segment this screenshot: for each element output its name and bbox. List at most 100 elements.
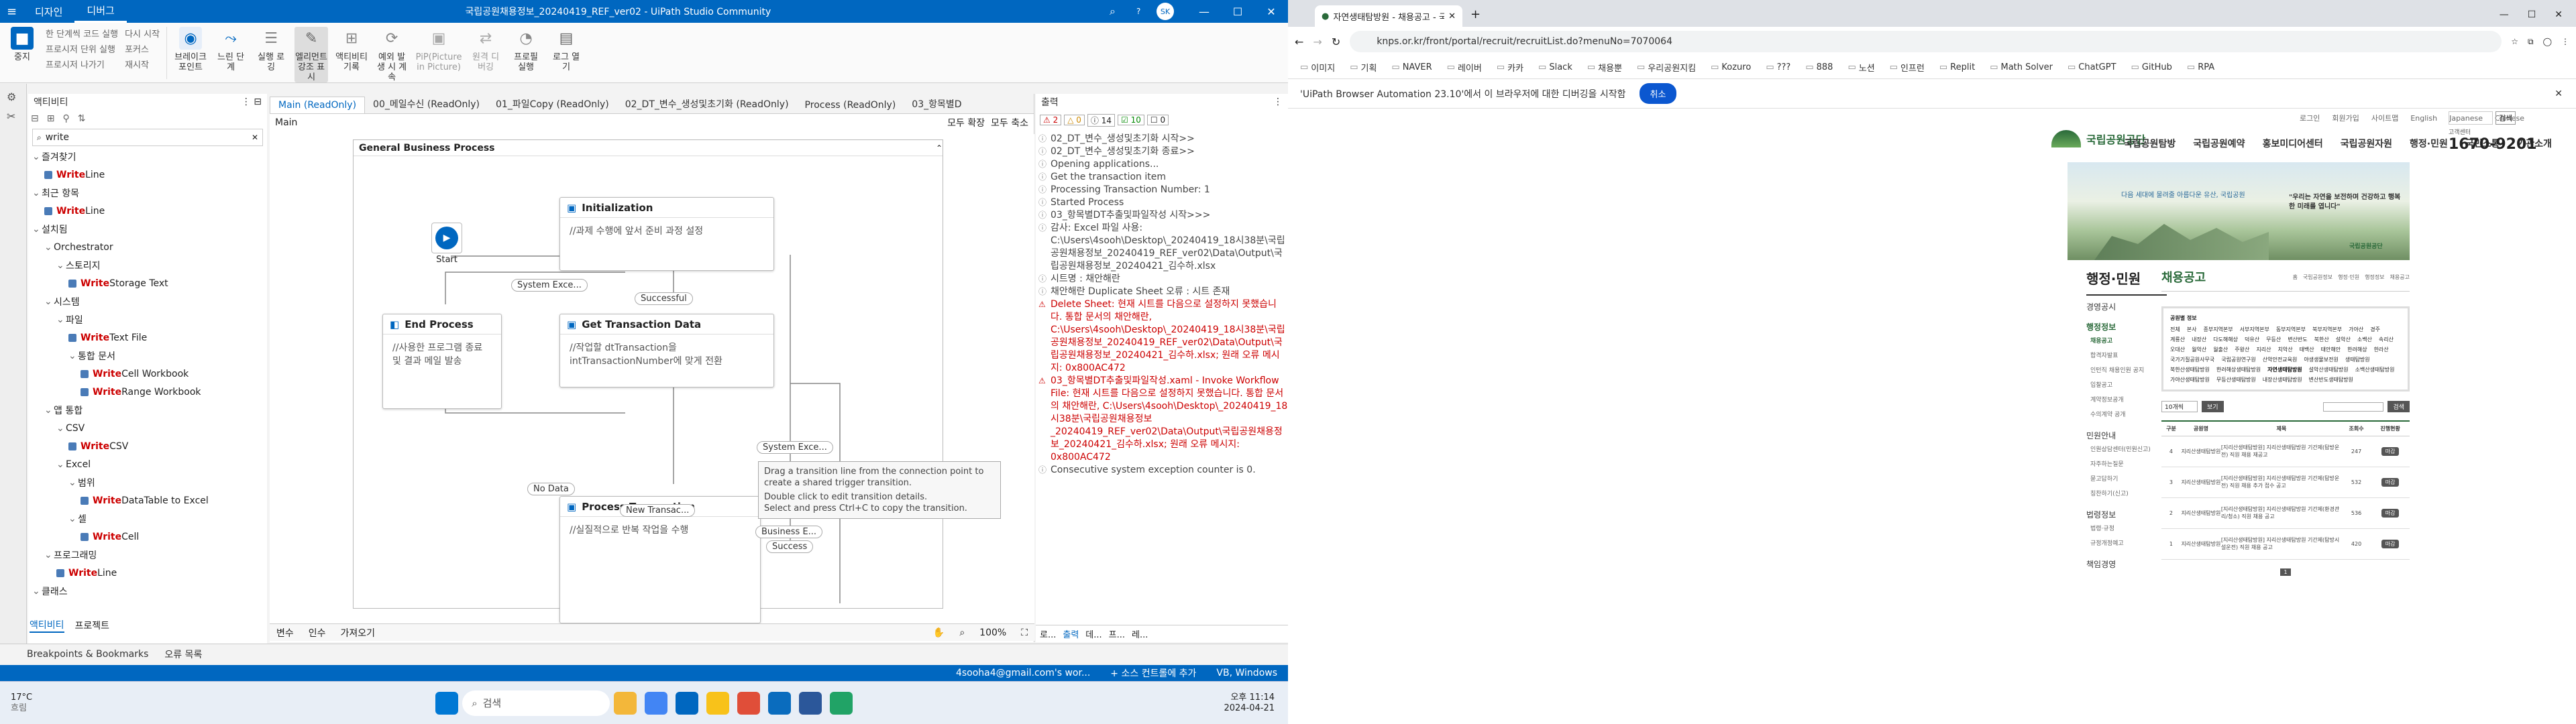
park-filter-item[interactable]: 월악산 [2192,345,2206,354]
activity-item[interactable]: Write DataTable to Excel [28,491,267,509]
start-node[interactable]: ▶ Start [427,223,467,265]
close-infobar-icon[interactable]: ✕ [2555,88,2563,99]
bookmark-item[interactable]: ▭ 채용뿐 [1587,61,1622,74]
list-search-input[interactable] [2323,402,2384,412]
error-list-tab[interactable]: 오류 목록 [164,648,202,661]
park-filter-item[interactable]: 내장산 [2192,335,2206,344]
tab-data[interactable]: 데... [1085,627,1102,640]
park-filter-item[interactable]: 무등산생태탐방원 [2216,375,2256,384]
step-into-button[interactable]: 한 단계씩 코드 실행 [46,27,118,40]
back-icon[interactable]: ← [1295,36,1303,48]
category-item[interactable]: ⌄ 스토리지 [28,256,267,274]
output-info-line[interactable]: Get the transaction item [1036,171,1288,184]
park-filter-item[interactable]: 생태탐방원 [2345,355,2370,364]
bookmark-item[interactable]: ▭ 888 [1805,62,1833,72]
utility-link[interactable]: 사이트맵 [2371,113,2398,123]
category-item[interactable]: ⌄ 시스템 [28,292,267,310]
side-nav-item[interactable]: 입찰공고 [2086,380,2167,395]
expand-icon[interactable]: ⊟ [31,113,39,124]
side-nav-item[interactable]: 계약정보공개 [2086,395,2167,410]
clear-search-icon[interactable]: ✕ [252,133,258,142]
activity-item[interactable]: Write Line [28,202,267,220]
snippets-side-icon[interactable]: ✂ [7,110,19,123]
chevron-down-icon[interactable]: ⌄ [32,188,42,198]
park-filter-item[interactable]: 소백산 [2357,335,2372,344]
imports-tab[interactable]: 가져오기 [341,626,376,640]
park-filter-item[interactable]: 야생생물보전원 [2304,355,2339,364]
gnb-item[interactable]: 홍보미디어센터 [2263,137,2323,150]
park-filter-item[interactable]: 본사 [2187,325,2197,334]
outlook-icon[interactable] [768,691,792,715]
restart-button[interactable]: 재시작 [125,58,160,70]
chevron-down-icon[interactable]: ⌄ [32,224,42,235]
bookmark-item[interactable]: ▭ 기획 [1350,61,1377,74]
park-filter-item[interactable]: 북한산 [2314,335,2329,344]
park-filter-item[interactable]: 설악산 [2336,335,2351,344]
site-search-button[interactable]: 검색 [2496,111,2516,125]
pip-button[interactable]: ▣ PiP(Picture in Picture) [415,27,462,72]
transition-success[interactable]: Success [766,540,814,553]
chevron-down-icon[interactable]: ⌄ [32,586,42,597]
park-filter-item[interactable]: 가야산생태탐방원 [2170,375,2210,384]
activity-item[interactable]: Write Cell [28,528,267,546]
minimize-icon[interactable]: — [2500,9,2509,20]
park-filter-item[interactable]: 경주 [2370,325,2380,334]
weather-widget[interactable]: 17°C 흐림 [11,692,64,714]
side-nav-item[interactable]: 민원안내 [2086,430,2167,444]
breadcrumb-item[interactable]: 국립공원정보 [2303,274,2332,281]
chevron-down-icon[interactable]: ⌄ [44,405,54,416]
park-filter-item[interactable]: 한려해상생태탐방원 [2216,365,2261,374]
chevron-down-icon[interactable]: ⌄ [44,242,54,253]
activity-item[interactable]: Write Text File [28,328,267,347]
execution-log-button[interactable]: ☰ 실행 로깅 [254,27,288,72]
clock[interactable]: 오후 11:14 2024-04-21 [1224,692,1275,714]
bookmark-item[interactable]: ▭ 이미지 [1300,61,1335,74]
category-item[interactable]: ⌄ 셀 [28,509,267,528]
user-avatar[interactable]: SK [1157,3,1174,20]
bookmark-item[interactable]: ▭ GitHub [2131,62,2172,72]
category-item[interactable]: ⌄ 통합 문서 [28,347,267,365]
continue-on-exception-button[interactable]: ⟳ 예외 발생 시 계속 [375,27,409,82]
activities-search-box[interactable]: ⌕ write ✕ [32,129,263,146]
gnb-item[interactable]: 행정·민원 [2410,137,2448,150]
folder-icon[interactable] [706,691,730,715]
park-filter-item[interactable]: 덕유산 [2245,335,2259,344]
park-filter-item[interactable]: 속리산 [2379,335,2394,344]
orchestrator-user[interactable]: 4sooha4@gmail.com's wor... [956,668,1090,678]
park-filter-item[interactable]: 내장산생태탐방원 [2263,375,2302,384]
output-info-line[interactable]: 감사: Excel 파일 사용: C:\Users\4sooh\Desktop\… [1036,222,1288,273]
minimize-icon[interactable]: — [1187,5,1221,18]
warning-count[interactable]: △ 0 [1064,115,1085,125]
close-tab-icon[interactable]: ✕ [1448,11,1456,21]
state-end-process[interactable]: ◧ End Process //사용한 프로그램 종료 및 결과 메일 발송 [382,314,502,409]
chrome-icon[interactable] [645,691,668,715]
chevron-down-icon[interactable]: ⌄ [32,152,42,162]
category-item[interactable]: ⌄ 설치됨 [28,220,267,238]
open-logs-button[interactable]: ▤ 로그 열기 [549,27,583,72]
chevron-down-icon[interactable]: ⌄ [68,477,78,488]
bookmark-item[interactable]: ▭ Slack [1538,62,1572,72]
activity-item[interactable]: Write Line [28,564,267,582]
doc-tab-mail[interactable]: 00_메일수신 (ReadOnly) [365,95,488,113]
doc-tab-filecopy[interactable]: 01_파일Copy (ReadOnly) [488,95,617,113]
bookmark-item[interactable]: ▭ RPA [2187,62,2214,72]
breadcrumb-item[interactable]: 채용공고 [2390,274,2410,281]
excel-icon[interactable] [830,691,853,715]
focus-button[interactable]: 포커스 [125,42,160,55]
category-item[interactable]: ⌄ 최근 항목 [28,184,267,202]
transition-new-transaction[interactable]: New Transac... [620,504,696,517]
maximize-icon[interactable]: ☐ [1221,5,1254,18]
side-nav-item[interactable]: 법령정보 [2086,509,2167,524]
highlight-elements-button[interactable]: ✎ 엘리먼트 강조 표시 [294,27,329,82]
output-info-line[interactable]: 02_DT_변수_생성및초기화 시작>> [1036,133,1288,145]
side-nav-item[interactable]: 책임경영 [2086,558,2167,573]
bookmark-item[interactable]: ▭ 카카 [1497,61,1523,74]
gnb-item[interactable]: 국립공원자원 [2341,137,2392,150]
tab-debug[interactable]: 디버그 [74,0,127,23]
side-nav-item[interactable]: 규정개정예고 [2086,538,2167,553]
search-icon[interactable]: ⌕ [1110,5,1136,18]
filter-icon[interactable]: ⚲ [62,113,69,124]
infobar-cancel-button[interactable]: 취소 [1639,83,1677,104]
output-info-line[interactable]: Processing Transaction Number: 1 [1036,184,1288,196]
activities-search-input[interactable]: write [46,132,248,143]
